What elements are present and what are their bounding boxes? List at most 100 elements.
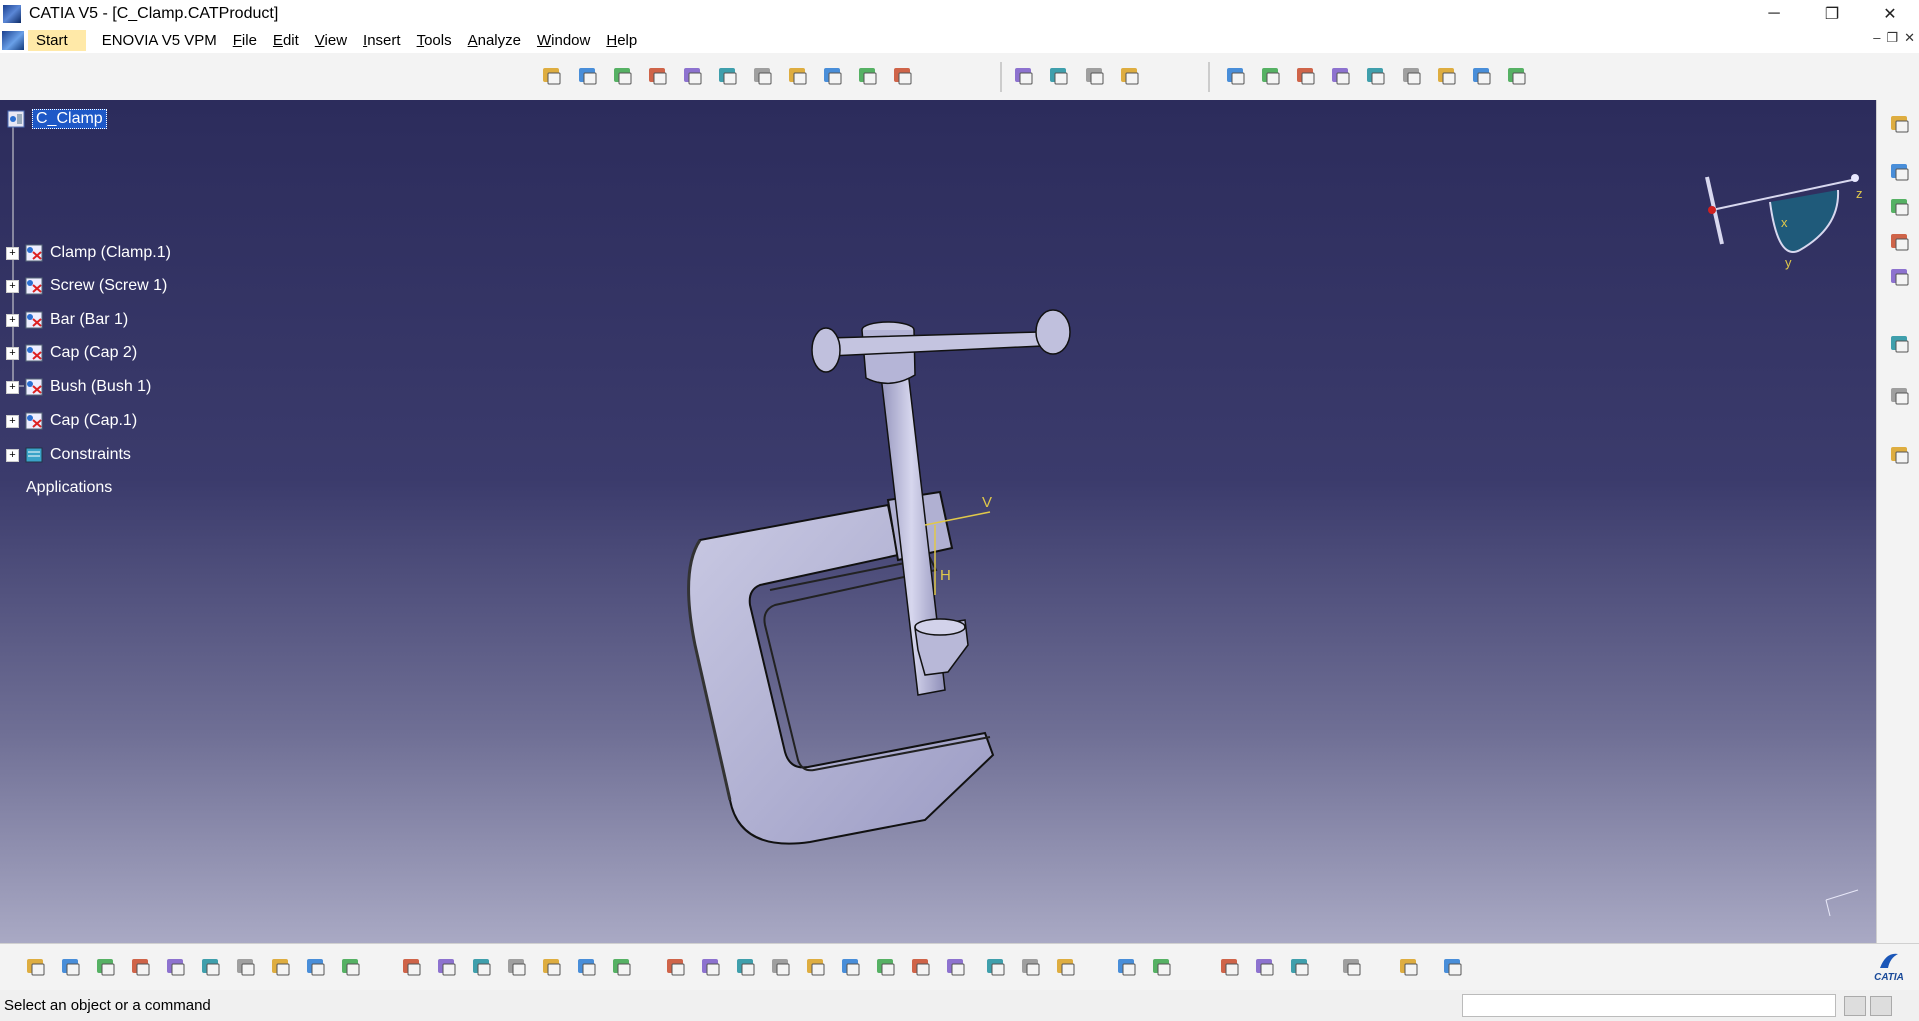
mdi-close-button[interactable]: ✕	[1904, 30, 1915, 46]
section-icon[interactable]	[1288, 955, 1312, 979]
stop-manipulate-icon[interactable]	[1083, 64, 1107, 88]
part-icon[interactable]	[611, 64, 635, 88]
view-3d-icon[interactable]	[1888, 443, 1912, 467]
undo-icon[interactable]	[269, 955, 293, 979]
parameter-icon[interactable]	[610, 955, 634, 979]
offset-icon[interactable]	[1259, 64, 1283, 88]
pan-icon[interactable]	[734, 955, 758, 979]
right-toolbar	[1876, 100, 1919, 943]
normal-view-icon[interactable]	[874, 955, 898, 979]
fix-icon[interactable]	[1329, 64, 1353, 88]
distance-icon[interactable]	[1340, 955, 1364, 979]
3d-viewport[interactable]: C_Clamp + Clamp (Clamp.1) + Screw (Screw 1)…	[0, 100, 1876, 943]
catalog-icon[interactable]	[470, 955, 494, 979]
explode-icon[interactable]	[1047, 64, 1071, 88]
knowledge-icon[interactable]	[575, 955, 599, 979]
whats-this-icon[interactable]	[339, 955, 363, 979]
clash-icon[interactable]	[1253, 955, 1277, 979]
c-clamp-model[interactable]: V H	[0, 100, 1876, 943]
inertia-icon[interactable]	[1397, 955, 1421, 979]
numbering-icon[interactable]	[751, 64, 775, 88]
contact-icon[interactable]	[1224, 64, 1248, 88]
flexible-icon[interactable]	[1435, 64, 1459, 88]
reuse-pattern-icon[interactable]	[1505, 64, 1529, 88]
mdi-controls: – ❐ ✕	[1873, 30, 1915, 46]
text-icon[interactable]	[1888, 332, 1912, 356]
open-icon[interactable]	[59, 955, 83, 979]
change-constraint-icon[interactable]	[1470, 64, 1494, 88]
iso-view-icon[interactable]	[944, 955, 968, 979]
swivel-pad-top	[914, 618, 966, 636]
table-icon[interactable]	[505, 955, 529, 979]
menu-insert[interactable]: Insert	[363, 32, 401, 49]
menu-start[interactable]: Start	[28, 30, 86, 51]
weld-icon[interactable]	[1888, 265, 1912, 289]
graph-tree-icon[interactable]	[716, 64, 740, 88]
menu-window[interactable]: Window	[537, 32, 590, 49]
drawing-icon[interactable]	[1888, 160, 1912, 184]
menu-enovia[interactable]: ENOVIA V5 VPM	[102, 32, 217, 49]
menu-edit[interactable]: Edit	[273, 32, 299, 49]
status-button-1[interactable]	[1844, 996, 1866, 1016]
reorder-icon[interactable]	[821, 64, 845, 88]
formula-icon[interactable]	[400, 955, 424, 979]
redo-icon[interactable]	[304, 955, 328, 979]
bar	[827, 331, 1043, 357]
snap-icon[interactable]	[1012, 64, 1036, 88]
mdi-minimize-button[interactable]: –	[1873, 30, 1880, 46]
multi-instantiate-icon[interactable]	[786, 64, 810, 88]
save-icon[interactable]	[94, 955, 118, 979]
select-icon[interactable]	[1888, 195, 1912, 219]
paste-icon[interactable]	[234, 955, 258, 979]
menu-view[interactable]: View	[315, 32, 347, 49]
update-icon[interactable]	[1888, 112, 1912, 136]
copy-icon[interactable]	[199, 955, 223, 979]
coincidence-icon[interactable]	[1118, 64, 1142, 88]
capture-icon[interactable]	[1218, 955, 1242, 979]
top-toolbar	[0, 53, 1919, 101]
print-icon[interactable]	[129, 955, 153, 979]
existing-component-icon[interactable]	[646, 64, 670, 88]
menu-tools[interactable]: Tools	[417, 32, 452, 49]
zoom-in-icon[interactable]	[804, 955, 828, 979]
scene-icon[interactable]	[1150, 955, 1174, 979]
fast-multi-instantiate-icon[interactable]	[856, 64, 880, 88]
minimize-button[interactable]: ─	[1745, 0, 1803, 28]
zoom-out-icon[interactable]	[839, 955, 863, 979]
new-icon[interactable]	[24, 955, 48, 979]
flag-note-icon[interactable]	[1888, 384, 1912, 408]
quick-constraint-icon[interactable]	[1400, 64, 1424, 88]
fly-mode-icon[interactable]	[664, 955, 688, 979]
product-icon[interactable]	[540, 64, 564, 88]
annotation-icon[interactable]	[1888, 230, 1912, 254]
mdi-restore-button[interactable]: ❐	[1886, 30, 1898, 46]
compass-icon[interactable]: x y z	[1700, 172, 1865, 282]
replace-icon[interactable]	[681, 64, 705, 88]
close-button[interactable]: ✕	[1861, 0, 1919, 28]
catia-logo-icon[interactable]	[1441, 955, 1465, 979]
comment-icon[interactable]	[435, 955, 459, 979]
hide-show-icon[interactable]	[1019, 955, 1043, 979]
catia-app-icon[interactable]	[3, 5, 21, 23]
menu-analyze[interactable]: Analyze	[468, 32, 521, 49]
angle-icon[interactable]	[1294, 64, 1318, 88]
menu-file[interactable]: File	[233, 32, 257, 49]
tree-icon[interactable]	[540, 955, 564, 979]
command-input[interactable]	[1462, 994, 1836, 1017]
cut-icon[interactable]	[164, 955, 188, 979]
swap-space-icon[interactable]	[1054, 955, 1078, 979]
manipulate-icon[interactable]	[891, 64, 915, 88]
maximize-button[interactable]: ❐	[1803, 0, 1861, 28]
rotate-icon[interactable]	[769, 955, 793, 979]
status-button-2[interactable]	[1870, 996, 1892, 1016]
fit-all-icon[interactable]	[699, 955, 723, 979]
menu-help[interactable]: Help	[606, 32, 637, 49]
measure-icon[interactable]	[1115, 955, 1139, 979]
component-icon[interactable]	[576, 64, 600, 88]
menu-bar: Start ENOVIA V5 VPM File Edit View Inser…	[0, 28, 1919, 53]
multi-view-icon[interactable]	[909, 955, 933, 979]
catia-menu-icon[interactable]	[2, 31, 24, 50]
shading-icon[interactable]	[984, 955, 1008, 979]
title-bar: CATIA V5 - [C_Clamp.CATProduct] ─ ❐ ✕	[0, 0, 1919, 28]
fix-together-icon[interactable]	[1364, 64, 1388, 88]
